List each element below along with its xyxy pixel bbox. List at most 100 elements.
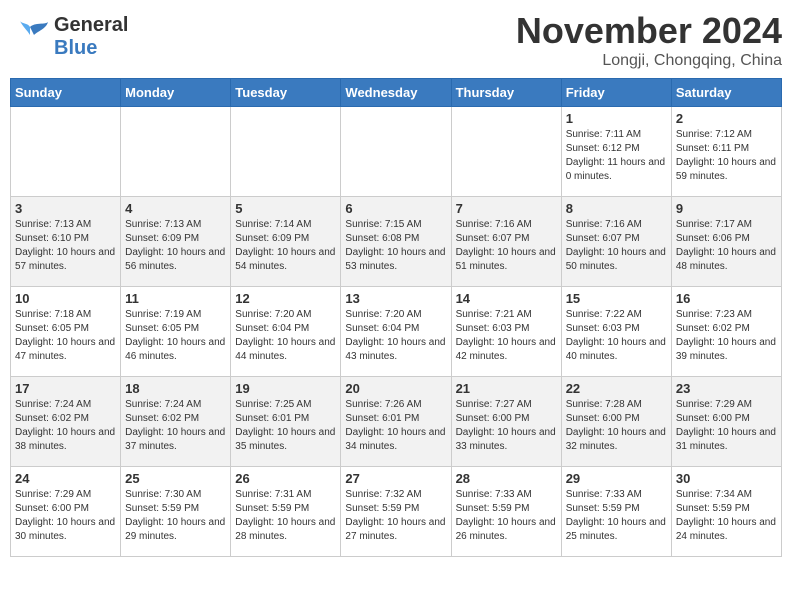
day-info: Sunrise: 7:17 AM Sunset: 6:06 PM Dayligh… bbox=[676, 218, 777, 274]
table-row: 15 Sunrise: 7:22 AM Sunset: 6:03 PM Dayli… bbox=[561, 287, 671, 377]
day-info: Sunrise: 7:18 AM Sunset: 6:05 PM Dayligh… bbox=[15, 308, 116, 364]
day-info: Sunrise: 7:34 AM Sunset: 5:59 PM Dayligh… bbox=[676, 488, 777, 544]
table-row: 18 Sunrise: 7:24 AM Sunset: 6:02 PM Dayli… bbox=[121, 377, 231, 467]
day-info: Sunrise: 7:21 AM Sunset: 6:03 PM Dayligh… bbox=[456, 308, 557, 364]
calendar-week-row: 1 Sunrise: 7:11 AM Sunset: 6:12 PM Daylig… bbox=[11, 107, 782, 197]
month-title: November 2024 bbox=[516, 10, 782, 52]
day-info: Sunrise: 7:33 AM Sunset: 5:59 PM Dayligh… bbox=[566, 488, 667, 544]
table-row bbox=[231, 107, 341, 197]
day-number: 14 bbox=[456, 291, 557, 306]
day-number: 25 bbox=[125, 471, 226, 486]
title-block: November 2024 Longji, Chongqing, China bbox=[516, 10, 782, 70]
table-row bbox=[11, 107, 121, 197]
day-info: Sunrise: 7:33 AM Sunset: 5:59 PM Dayligh… bbox=[456, 488, 557, 544]
day-number: 23 bbox=[676, 381, 777, 396]
page-header: General Blue November 2024 Longji, Chong… bbox=[10, 10, 782, 70]
day-info: Sunrise: 7:20 AM Sunset: 6:04 PM Dayligh… bbox=[345, 308, 446, 364]
day-info: Sunrise: 7:24 AM Sunset: 6:02 PM Dayligh… bbox=[125, 398, 226, 454]
table-row: 17 Sunrise: 7:24 AM Sunset: 6:02 PM Dayli… bbox=[11, 377, 121, 467]
day-number: 10 bbox=[15, 291, 116, 306]
day-number: 24 bbox=[15, 471, 116, 486]
day-number: 5 bbox=[235, 201, 336, 216]
header-friday: Friday bbox=[561, 79, 671, 107]
day-number: 26 bbox=[235, 471, 336, 486]
day-info: Sunrise: 7:16 AM Sunset: 6:07 PM Dayligh… bbox=[456, 218, 557, 274]
table-row: 20 Sunrise: 7:26 AM Sunset: 6:01 PM Dayli… bbox=[341, 377, 451, 467]
calendar-week-row: 17 Sunrise: 7:24 AM Sunset: 6:02 PM Dayli… bbox=[11, 377, 782, 467]
calendar-header-row: Sunday Monday Tuesday Wednesday Thursday… bbox=[11, 79, 782, 107]
day-info: Sunrise: 7:12 AM Sunset: 6:11 PM Dayligh… bbox=[676, 128, 777, 184]
header-sunday: Sunday bbox=[11, 79, 121, 107]
day-number: 15 bbox=[566, 291, 667, 306]
day-number: 28 bbox=[456, 471, 557, 486]
day-number: 17 bbox=[15, 381, 116, 396]
table-row: 28 Sunrise: 7:33 AM Sunset: 5:59 PM Dayli… bbox=[451, 467, 561, 557]
day-info: Sunrise: 7:31 AM Sunset: 5:59 PM Dayligh… bbox=[235, 488, 336, 544]
table-row: 27 Sunrise: 7:32 AM Sunset: 5:59 PM Dayli… bbox=[341, 467, 451, 557]
day-info: Sunrise: 7:13 AM Sunset: 6:09 PM Dayligh… bbox=[125, 218, 226, 274]
day-info: Sunrise: 7:26 AM Sunset: 6:01 PM Dayligh… bbox=[345, 398, 446, 454]
header-monday: Monday bbox=[121, 79, 231, 107]
table-row: 6Sunrise: 7:15 AM Sunset: 6:08 PM Daylig… bbox=[341, 197, 451, 287]
header-tuesday: Tuesday bbox=[231, 79, 341, 107]
day-info: Sunrise: 7:27 AM Sunset: 6:00 PM Dayligh… bbox=[456, 398, 557, 454]
day-info: Sunrise: 7:24 AM Sunset: 6:02 PM Dayligh… bbox=[15, 398, 116, 454]
table-row: 8Sunrise: 7:16 AM Sunset: 6:07 PM Daylig… bbox=[561, 197, 671, 287]
day-number: 13 bbox=[345, 291, 446, 306]
day-info: Sunrise: 7:32 AM Sunset: 5:59 PM Dayligh… bbox=[345, 488, 446, 544]
day-number: 16 bbox=[676, 291, 777, 306]
day-number: 1 bbox=[566, 111, 667, 126]
logo-blue-text: Blue bbox=[54, 37, 97, 59]
header-thursday: Thursday bbox=[451, 79, 561, 107]
table-row: 30 Sunrise: 7:34 AM Sunset: 5:59 PM Dayli… bbox=[671, 467, 781, 557]
day-number: 19 bbox=[235, 381, 336, 396]
table-row bbox=[451, 107, 561, 197]
logo-general-text: General bbox=[54, 14, 128, 37]
logo-bird-icon bbox=[10, 17, 50, 57]
table-row: 23Sunrise: 7:29 AM Sunset: 6:00 PM Dayli… bbox=[671, 377, 781, 467]
day-number: 30 bbox=[676, 471, 777, 486]
day-info: Sunrise: 7:23 AM Sunset: 6:02 PM Dayligh… bbox=[676, 308, 777, 364]
day-info: Sunrise: 7:22 AM Sunset: 6:03 PM Dayligh… bbox=[566, 308, 667, 364]
table-row: 5Sunrise: 7:14 AM Sunset: 6:09 PM Daylig… bbox=[231, 197, 341, 287]
table-row: 16 Sunrise: 7:23 AM Sunset: 6:02 PM Dayli… bbox=[671, 287, 781, 377]
table-row: 21Sunrise: 7:27 AM Sunset: 6:00 PM Dayli… bbox=[451, 377, 561, 467]
day-number: 2 bbox=[676, 111, 777, 126]
table-row: 7Sunrise: 7:16 AM Sunset: 6:07 PM Daylig… bbox=[451, 197, 561, 287]
table-row: 3Sunrise: 7:13 AM Sunset: 6:10 PM Daylig… bbox=[11, 197, 121, 287]
day-info: Sunrise: 7:25 AM Sunset: 6:01 PM Dayligh… bbox=[235, 398, 336, 454]
day-info: Sunrise: 7:20 AM Sunset: 6:04 PM Dayligh… bbox=[235, 308, 336, 364]
table-row: 2 Sunrise: 7:12 AM Sunset: 6:11 PM Daylig… bbox=[671, 107, 781, 197]
day-info: Sunrise: 7:28 AM Sunset: 6:00 PM Dayligh… bbox=[566, 398, 667, 454]
day-info: Sunrise: 7:15 AM Sunset: 6:08 PM Dayligh… bbox=[345, 218, 446, 274]
calendar-week-row: 10 Sunrise: 7:18 AM Sunset: 6:05 PM Dayli… bbox=[11, 287, 782, 377]
table-row: 19 Sunrise: 7:25 AM Sunset: 6:01 PM Dayli… bbox=[231, 377, 341, 467]
header-saturday: Saturday bbox=[671, 79, 781, 107]
table-row: 13 Sunrise: 7:20 AM Sunset: 6:04 PM Dayli… bbox=[341, 287, 451, 377]
table-row: 25 Sunrise: 7:30 AM Sunset: 5:59 PM Dayli… bbox=[121, 467, 231, 557]
table-row: 9 Sunrise: 7:17 AM Sunset: 6:06 PM Daylig… bbox=[671, 197, 781, 287]
table-row bbox=[121, 107, 231, 197]
day-info: Sunrise: 7:16 AM Sunset: 6:07 PM Dayligh… bbox=[566, 218, 667, 274]
day-number: 11 bbox=[125, 291, 226, 306]
table-row: 1 Sunrise: 7:11 AM Sunset: 6:12 PM Daylig… bbox=[561, 107, 671, 197]
day-number: 9 bbox=[676, 201, 777, 216]
logo: General Blue bbox=[10, 10, 128, 60]
day-info: Sunrise: 7:29 AM Sunset: 6:00 PM Dayligh… bbox=[15, 488, 116, 544]
table-row: 14 Sunrise: 7:21 AM Sunset: 6:03 PM Dayli… bbox=[451, 287, 561, 377]
day-info: Sunrise: 7:11 AM Sunset: 6:12 PM Dayligh… bbox=[566, 128, 667, 184]
table-row: 12 Sunrise: 7:20 AM Sunset: 6:04 PM Dayli… bbox=[231, 287, 341, 377]
calendar-week-row: 24 Sunrise: 7:29 AM Sunset: 6:00 PM Dayli… bbox=[11, 467, 782, 557]
day-number: 12 bbox=[235, 291, 336, 306]
calendar-week-row: 3Sunrise: 7:13 AM Sunset: 6:10 PM Daylig… bbox=[11, 197, 782, 287]
day-info: Sunrise: 7:30 AM Sunset: 5:59 PM Dayligh… bbox=[125, 488, 226, 544]
day-number: 18 bbox=[125, 381, 226, 396]
day-info: Sunrise: 7:19 AM Sunset: 6:05 PM Dayligh… bbox=[125, 308, 226, 364]
header-wednesday: Wednesday bbox=[341, 79, 451, 107]
day-number: 29 bbox=[566, 471, 667, 486]
day-number: 27 bbox=[345, 471, 446, 486]
day-number: 20 bbox=[345, 381, 446, 396]
calendar-table: Sunday Monday Tuesday Wednesday Thursday… bbox=[10, 78, 782, 557]
table-row: 24 Sunrise: 7:29 AM Sunset: 6:00 PM Dayli… bbox=[11, 467, 121, 557]
table-row: 26 Sunrise: 7:31 AM Sunset: 5:59 PM Dayli… bbox=[231, 467, 341, 557]
